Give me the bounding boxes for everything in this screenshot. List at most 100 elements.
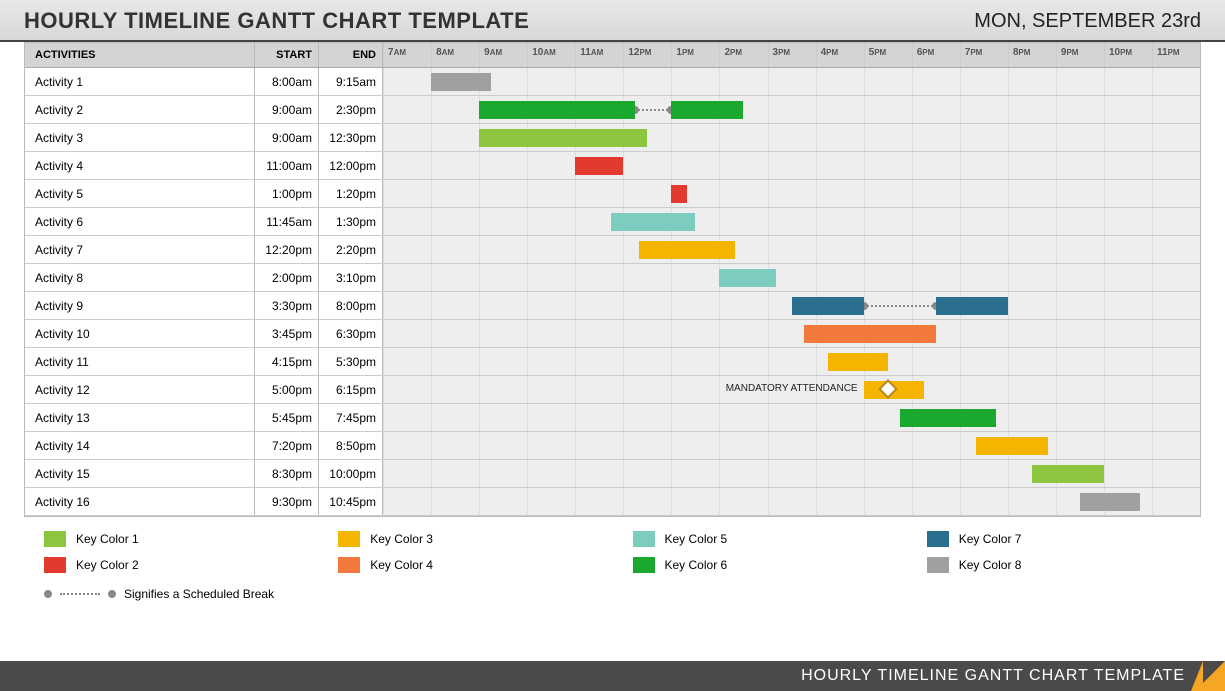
end-time: 6:15pm xyxy=(319,376,383,403)
legend-swatch xyxy=(633,531,655,547)
end-time: 12:30pm xyxy=(319,124,383,151)
start-time: 8:30pm xyxy=(255,460,319,487)
hour-label: 4PM xyxy=(816,43,864,67)
gantt-row: Activity 125:00pm6:15pmMANDATORY ATTENDA… xyxy=(25,376,1200,404)
hour-label: 9PM xyxy=(1056,43,1104,67)
start-time: 2:00pm xyxy=(255,264,319,291)
gantt-row: Activity 611:45am1:30pm xyxy=(25,208,1200,236)
gantt-chart: ACTIVITIES START END 7AM8AM9AM10AM11AM12… xyxy=(24,42,1201,517)
end-time: 3:10pm xyxy=(319,264,383,291)
legend-swatch xyxy=(927,557,949,573)
time-axis: 7AM8AM9AM10AM11AM12PM1PM2PM3PM4PM5PM6PM7… xyxy=(383,43,1200,67)
activity-name: Activity 16 xyxy=(25,488,255,515)
activity-name: Activity 5 xyxy=(25,180,255,207)
end-time: 9:15am xyxy=(319,68,383,95)
page-title: HOURLY TIMELINE GANTT CHART TEMPLATE xyxy=(24,8,529,34)
legend-swatch xyxy=(338,557,360,573)
gantt-row: Activity 29:00am2:30pm xyxy=(25,96,1200,124)
end-time: 12:00pm xyxy=(319,152,383,179)
start-time: 1:00pm xyxy=(255,180,319,207)
lane xyxy=(383,320,1200,347)
hour-label: 1PM xyxy=(671,43,719,67)
lane xyxy=(383,180,1200,207)
col-end: END xyxy=(319,43,383,67)
break-dot-icon xyxy=(44,590,52,598)
legend-swatch xyxy=(927,531,949,547)
gantt-row: Activity 103:45pm6:30pm xyxy=(25,320,1200,348)
activity-name: Activity 12 xyxy=(25,376,255,403)
legend-item: Key Color 6 xyxy=(613,557,907,573)
gantt-bar xyxy=(828,353,888,371)
hour-label: 10AM xyxy=(527,43,575,67)
hour-label: 11PM xyxy=(1152,43,1200,67)
gantt-row: Activity 712:20pm2:20pm xyxy=(25,236,1200,264)
gantt-row: Activity 51:00pm1:20pm xyxy=(25,180,1200,208)
hour-label: 7PM xyxy=(960,43,1008,67)
gantt-row: Activity 93:30pm8:00pm xyxy=(25,292,1200,320)
end-time: 1:30pm xyxy=(319,208,383,235)
gantt-row: Activity 114:15pm5:30pm xyxy=(25,348,1200,376)
gantt-bar xyxy=(936,297,1008,315)
gantt-bar xyxy=(575,157,623,175)
legend-swatch xyxy=(633,557,655,573)
hour-label: 9AM xyxy=(479,43,527,67)
legend-label: Key Color 3 xyxy=(370,532,433,546)
legend-label: Key Color 2 xyxy=(76,558,139,572)
end-time: 8:50pm xyxy=(319,432,383,459)
start-time: 3:30pm xyxy=(255,292,319,319)
gantt-bar xyxy=(639,241,735,259)
start-time: 5:00pm xyxy=(255,376,319,403)
legend-label: Key Color 1 xyxy=(76,532,139,546)
start-time: 11:00am xyxy=(255,152,319,179)
end-time: 5:30pm xyxy=(319,348,383,375)
hour-label: 12PM xyxy=(623,43,671,67)
gantt-bar xyxy=(804,325,936,343)
legend-label: Key Color 5 xyxy=(665,532,728,546)
header: HOURLY TIMELINE GANTT CHART TEMPLATE MON… xyxy=(0,0,1225,42)
end-time: 8:00pm xyxy=(319,292,383,319)
legend-item: Key Color 2 xyxy=(24,557,318,573)
lane xyxy=(383,404,1200,431)
start-time: 3:45pm xyxy=(255,320,319,347)
lane xyxy=(383,68,1200,95)
activity-name: Activity 7 xyxy=(25,236,255,263)
start-time: 7:20pm xyxy=(255,432,319,459)
gantt-bar xyxy=(479,101,635,119)
break-dot-icon xyxy=(108,590,116,598)
lane xyxy=(383,124,1200,151)
legend-label: Key Color 8 xyxy=(959,558,1022,572)
legend-item: Key Color 8 xyxy=(907,557,1201,573)
lane xyxy=(383,264,1200,291)
activity-name: Activity 11 xyxy=(25,348,255,375)
hour-label: 7AM xyxy=(383,43,431,67)
legend-label: Key Color 7 xyxy=(959,532,1022,546)
gantt-bar xyxy=(1080,493,1140,511)
end-time: 10:45pm xyxy=(319,488,383,515)
lane xyxy=(383,460,1200,487)
hour-label: 2PM xyxy=(719,43,767,67)
activity-name: Activity 14 xyxy=(25,432,255,459)
gantt-row: Activity 135:45pm7:45pm xyxy=(25,404,1200,432)
col-activities: ACTIVITIES xyxy=(25,43,255,67)
hour-label: 5PM xyxy=(864,43,912,67)
hour-label: 11AM xyxy=(575,43,623,67)
gantt-bar xyxy=(671,185,687,203)
hour-label: 3PM xyxy=(768,43,816,67)
legend-item: Key Color 4 xyxy=(318,557,612,573)
activity-name: Activity 1 xyxy=(25,68,255,95)
start-time: 11:45am xyxy=(255,208,319,235)
start-time: 9:00am xyxy=(255,96,319,123)
legend: Key Color 1 Key Color 3 Key Color 5 Key Col… xyxy=(24,531,1201,573)
lane xyxy=(383,96,1200,123)
lane xyxy=(383,348,1200,375)
break-line-icon xyxy=(635,109,671,111)
gantt-bar xyxy=(479,129,647,147)
activity-name: Activity 3 xyxy=(25,124,255,151)
gantt-row: Activity 169:30pm10:45pm xyxy=(25,488,1200,516)
start-time: 9:00am xyxy=(255,124,319,151)
end-time: 1:20pm xyxy=(319,180,383,207)
activity-name: Activity 9 xyxy=(25,292,255,319)
gantt-bar xyxy=(671,101,743,119)
end-time: 7:45pm xyxy=(319,404,383,431)
legend-item: Key Color 1 xyxy=(24,531,318,547)
